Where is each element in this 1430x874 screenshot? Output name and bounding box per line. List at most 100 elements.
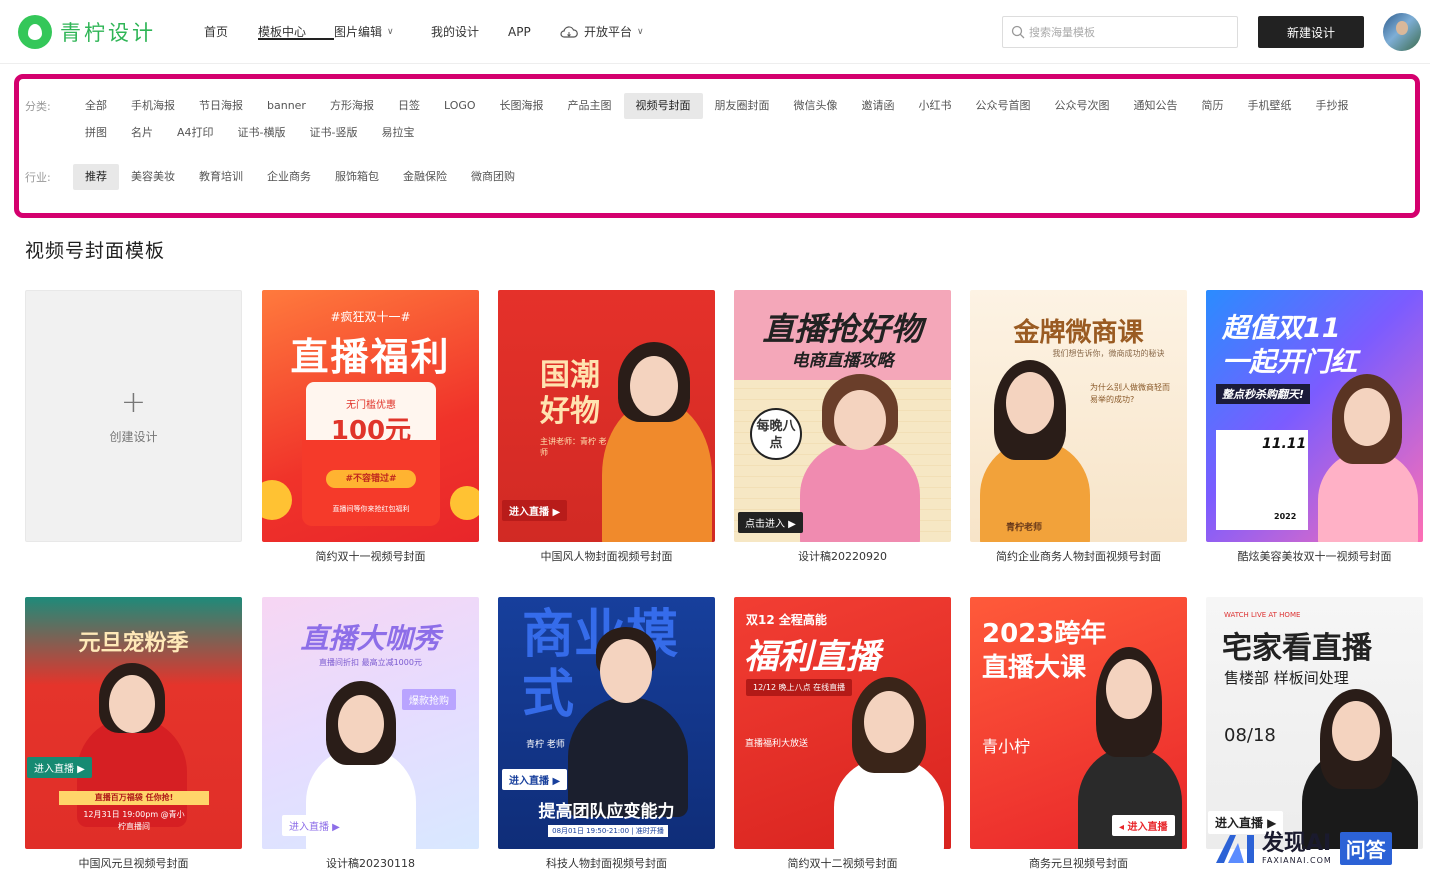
category-chip[interactable]: 拼图 [73,120,119,146]
cloud-icon [560,26,578,38]
template-caption: 设计稿20220920 [798,550,887,563]
template-card[interactable]: 直播抢好物 电商直播攻略 每晚八点 点击进入 ▶ 设计稿20220920 [734,290,951,564]
category-chip[interactable]: 手抄报 [1304,93,1361,119]
template-topline: 直播间折扣 最高立减1000元 [319,658,422,667]
person-figure [800,440,920,542]
category-chip[interactable]: 日签 [386,93,432,119]
template-thumbnail[interactable]: 元旦宠粉季 进入直播 ▶ 直播百万福袋 任你抢! 12月31日 19:00pm … [25,597,242,849]
template-badge: #不容错过# [326,470,416,488]
gold-coin-icon [450,486,479,520]
watermark-brand: 发现AI [1262,830,1332,856]
category-chip[interactable]: 微信头像 [782,93,850,119]
coupon-label: 无门槛优惠 [346,400,396,411]
template-caption: 简约双十一视频号封面 [315,550,426,563]
industry-chip[interactable]: 推荐 [73,164,119,190]
industry-chip[interactable]: 服饰箱包 [323,164,391,190]
category-chip[interactable]: A4打印 [165,120,226,146]
category-chip[interactable]: 易拉宝 [370,120,427,146]
category-chip[interactable]: 方形海报 [318,93,386,119]
category-chip[interactable]: 公众号首图 [964,93,1043,119]
industry-chip[interactable]: 企业商务 [255,164,323,190]
category-chip[interactable]: banner [255,93,318,119]
brand-logo[interactable]: 青柠设计 [18,15,156,49]
create-design-card[interactable]: + 创建设计 [25,290,242,542]
template-badge: ◂ 进入直播 [1112,815,1175,836]
nav-image-edit[interactable]: 图片编辑 ∨ [334,0,431,64]
category-chip[interactable]: 产品主图 [556,93,624,119]
template-thumbnail[interactable]: 2023跨年 直播大课 青小柠 ◂ 进入直播 [970,597,1187,849]
category-chip[interactable]: 手机壁纸 [1236,93,1304,119]
template-detail: 主讲老师：青柠 老师 [540,437,607,457]
template-card[interactable]: 2023跨年 直播大课 青小柠 ◂ 进入直播 商务元旦视频号封面 [970,597,1187,871]
template-card[interactable]: 直播大咖秀 直播间折扣 最高立减1000元 爆款抢购 进入直播 ▶ 设计稿202… [262,597,479,871]
industry-chip[interactable]: 微商团购 [459,164,527,190]
template-card[interactable]: 超值双11 一起开门红 整点秒杀购翻天! 11.11 2022 酷炫美容美妆双十… [1206,290,1423,564]
ai-logo-icon [1216,835,1254,863]
template-thumbnail[interactable]: 国潮好物 主讲老师：青柠 老师 进入直播 ▶ [498,290,715,542]
industry-chip[interactable]: 美容美妆 [119,164,187,190]
nav-home[interactable]: 首页 [204,0,258,64]
category-chip[interactable]: 节日海报 [187,93,255,119]
template-thumbnail[interactable]: 超值双11 一起开门红 整点秒杀购翻天! 11.11 2022 [1206,290,1423,542]
nav-app[interactable]: APP [508,0,560,64]
nav-open-platform[interactable]: 开放平台 ∨ [560,0,660,64]
category-chip[interactable]: 邀请函 [850,93,907,119]
category-chip[interactable]: 公众号次图 [1043,93,1122,119]
category-chip[interactable]: 全部 [73,93,119,119]
template-headline: 直播抢好物 [762,310,923,348]
template-thumbnail[interactable]: #疯狂双十一# 直播福利 无门槛优惠 100元 #不容错过# 直播间等你来抢红包… [262,290,479,542]
template-thumbnail[interactable]: 直播大咖秀 直播间折扣 最高立减1000元 爆款抢购 进入直播 ▶ [262,597,479,849]
create-design-tile[interactable]: + 创建设计 [25,290,242,542]
industry-chip[interactable]: 金融保险 [391,164,459,190]
template-detail: 12/12 晚上八点 在线直播 [746,679,853,696]
template-thumbnail[interactable]: 商业模式 青柠 老师 进入直播 ▶ 提高团队应变能力 08月01日 19:50-… [498,597,715,849]
person-face [1106,659,1152,719]
template-card[interactable]: 商业模式 青柠 老师 进入直播 ▶ 提高团队应变能力 08月01日 19:50-… [498,597,715,871]
create-design-label: 创建设计 [109,429,158,444]
category-chip[interactable]: 通知公告 [1122,93,1190,119]
template-card[interactable]: #疯狂双十一# 直播福利 无门槛优惠 100元 #不容错过# 直播间等你来抢红包… [262,290,479,564]
template-thumbnail[interactable]: 直播抢好物 电商直播攻略 每晚八点 点击进入 ▶ [734,290,951,542]
template-detail: 青小柠 [982,737,1031,756]
template-card[interactable]: 国潮好物 主讲老师：青柠 老师 进入直播 ▶ 中国风人物封面视频号封面 [498,290,715,564]
category-chip[interactable]: 证书-横版 [226,120,298,146]
category-chip[interactable]: 长图海报 [488,93,556,119]
section-title: 视频号封面模板 [25,240,166,262]
category-chip[interactable]: 小红书 [907,93,964,119]
filter-panel: 分类: 全部 手机海报 节日海报 banner 方形海报 日签 LOGO 长图海报 产品主图 视频… [14,74,1420,218]
person-face [1006,372,1054,434]
template-topline: #疯狂双十一# [330,310,411,324]
template-thumbnail[interactable]: 双12 全程高能 福利直播 12/12 晚上八点 在线直播 直播福利大放送 [734,597,951,849]
person-face [864,691,914,753]
template-detail: 爆款抢购 [402,689,456,710]
category-chip[interactable]: 视频号封面 [623,93,703,119]
category-label: 分类: [25,100,51,113]
template-footer: 08月01日 19:50-21:00 | 准时开播 [548,825,668,837]
red-envelope: #不容错过# 直播间等你来抢红包福利 [302,440,440,526]
template-caption: 简约企业商务人物封面视频号封面 [996,550,1161,563]
industry-chip[interactable]: 教育培训 [187,164,255,190]
nav-my-designs[interactable]: 我的设计 [431,0,508,64]
template-thumbnail[interactable]: 金牌微商课 我们想告诉你，微商成功的秘诀 为什么别人做微商轻而易举的成功? 青柠… [970,290,1187,542]
gold-coin-icon [262,480,292,520]
industry-filter-row: 行业: 推荐 美容美妆 教育培训 企业商务 服饰箱包 金融保险 微商团购 [25,164,527,190]
template-topline: 电商直播攻略 [791,351,894,371]
category-chip[interactable]: 证书-竖版 [298,120,370,146]
site-watermark: 发现AI FAXIANAI.COM 问答 [1214,828,1424,868]
template-card[interactable]: 元旦宠粉季 进入直播 ▶ 直播百万福袋 任你抢! 12月31日 19:00pm … [25,597,242,871]
new-design-button[interactable]: 新建设计 [1258,16,1364,48]
user-avatar[interactable] [1383,13,1421,51]
category-chip[interactable]: LOGO [432,93,488,119]
category-chip[interactable]: 手机海报 [119,93,187,119]
template-thumbnail[interactable]: WATCH LIVE AT HOME 宅家看直播 售楼部 样板间处理 08/18… [1206,597,1423,849]
category-chip[interactable]: 简历 [1190,93,1236,119]
search-box[interactable] [1002,16,1238,48]
category-chip[interactable]: 朋友圈封面 [703,93,782,119]
search-input[interactable] [1029,25,1229,39]
template-card[interactable]: 双12 全程高能 福利直播 12/12 晚上八点 在线直播 直播福利大放送 简约… [734,597,951,871]
watermark-domain: FAXIANAI.COM [1262,855,1332,865]
nav-template-center[interactable]: 模板中心 [258,0,334,64]
template-card[interactable]: 金牌微商课 我们想告诉你，微商成功的秘诀 为什么别人做微商轻而易举的成功? 青柠… [970,290,1187,564]
template-detail: 整点秒杀购翻天! [1216,384,1311,404]
category-chip[interactable]: 名片 [119,120,165,146]
